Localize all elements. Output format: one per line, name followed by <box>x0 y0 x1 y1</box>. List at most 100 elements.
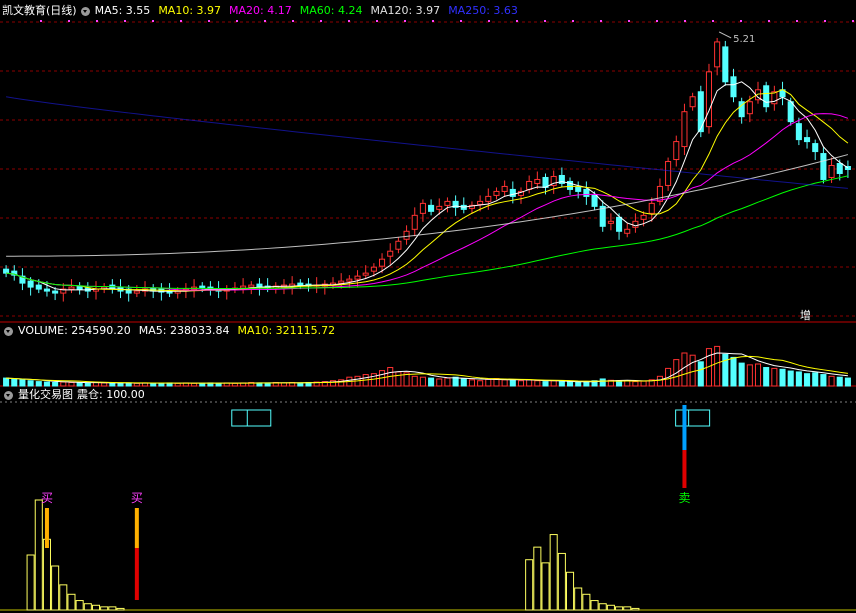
volume-bar[interactable] <box>133 382 140 387</box>
volume-bar[interactable] <box>60 381 67 387</box>
candle-body[interactable] <box>656 185 663 202</box>
candle-body[interactable] <box>248 284 255 288</box>
volume-bar[interactable] <box>101 382 108 387</box>
candle-body[interactable] <box>681 111 688 148</box>
candle-body[interactable] <box>804 137 811 143</box>
candle-body[interactable] <box>787 101 794 123</box>
volume-bar[interactable] <box>477 380 484 387</box>
volume-bar[interactable] <box>297 382 304 387</box>
volume-bar[interactable] <box>640 380 647 387</box>
volume-bar[interactable] <box>844 377 851 387</box>
candle-body[interactable] <box>607 220 614 224</box>
volume-bar[interactable] <box>632 381 639 387</box>
volume-bar[interactable] <box>624 380 631 387</box>
volume-bar[interactable] <box>746 364 753 387</box>
candle-body[interactable] <box>689 96 696 108</box>
volume-bar[interactable] <box>109 382 116 387</box>
candle-body[interactable] <box>812 143 819 153</box>
volume-bar[interactable] <box>468 379 475 387</box>
candle-body[interactable] <box>387 250 394 257</box>
candle-body[interactable] <box>534 178 541 184</box>
candle-body[interactable] <box>3 268 10 274</box>
candle-body[interactable] <box>526 180 533 190</box>
candle-body[interactable] <box>477 200 484 205</box>
volume-bar[interactable] <box>84 382 91 387</box>
candle-body[interactable] <box>730 76 737 98</box>
candle-body[interactable] <box>705 71 713 128</box>
volume-bar[interactable] <box>501 379 508 387</box>
volume-bar[interactable] <box>714 345 721 387</box>
volume-bar[interactable] <box>558 381 565 387</box>
volume-bar[interactable] <box>542 381 549 387</box>
volume-bar[interactable] <box>460 378 467 387</box>
candle-body[interactable] <box>338 280 345 284</box>
candle-body[interactable] <box>428 204 435 212</box>
volume-bar[interactable] <box>804 373 811 387</box>
volume-bar[interactable] <box>174 382 181 387</box>
volume-bar[interactable] <box>787 370 794 387</box>
candle-body[interactable] <box>763 85 770 108</box>
volume-bar[interactable] <box>730 356 737 387</box>
volume-bar[interactable] <box>231 382 238 387</box>
volume-bar[interactable] <box>575 381 582 387</box>
volume-bar[interactable] <box>199 382 206 387</box>
volume-bar[interactable] <box>566 381 574 387</box>
volume-bar[interactable] <box>27 380 34 387</box>
price-panel[interactable] <box>3 31 851 302</box>
candle-body[interactable] <box>436 205 443 210</box>
candle-body[interactable] <box>199 285 206 289</box>
candle-body[interactable] <box>665 161 672 186</box>
volume-bar[interactable] <box>599 378 606 387</box>
volume-bar[interactable] <box>583 381 590 387</box>
volume-bar[interactable] <box>68 381 75 387</box>
volume-bar[interactable] <box>117 382 124 387</box>
volume-bar[interactable] <box>452 376 459 387</box>
candle-body[interactable] <box>133 290 140 294</box>
candle-body[interactable] <box>403 230 410 240</box>
candle-body[interactable] <box>297 282 304 286</box>
volume-bar[interactable] <box>158 382 165 387</box>
candle-body[interactable] <box>836 163 843 174</box>
candle-body[interactable] <box>501 185 508 192</box>
candle-body[interactable] <box>444 200 451 206</box>
volume-bar[interactable] <box>19 379 26 387</box>
candle-body[interactable] <box>493 190 500 196</box>
candle-body[interactable] <box>35 284 42 290</box>
volume-bar[interactable] <box>509 379 516 387</box>
candle-body[interactable] <box>354 275 361 280</box>
candle-body[interactable] <box>395 240 402 250</box>
candle-body[interactable] <box>68 286 75 290</box>
candle-body[interactable] <box>583 188 590 197</box>
candle-body[interactable] <box>575 186 582 192</box>
volume-bar[interactable] <box>681 352 688 387</box>
volume-bar[interactable] <box>35 381 42 387</box>
signal-box[interactable] <box>231 409 272 427</box>
candle-body[interactable] <box>346 278 353 282</box>
candle-body[interactable] <box>828 165 835 178</box>
candle-body[interactable] <box>648 202 655 214</box>
volume-bar[interactable] <box>754 363 762 387</box>
candle-body[interactable] <box>411 214 418 230</box>
candle-body[interactable] <box>714 41 721 68</box>
volume-bar[interactable] <box>697 361 704 387</box>
candle-body[interactable] <box>599 205 606 227</box>
candle-body[interactable] <box>485 195 492 202</box>
volume-bar[interactable] <box>526 379 533 387</box>
candle-body[interactable] <box>722 46 729 83</box>
dropdown-icon[interactable] <box>4 326 13 336</box>
candle-body[interactable] <box>52 290 59 294</box>
candle-body[interactable] <box>591 194 598 207</box>
candle-body[interactable] <box>624 228 631 234</box>
volume-bar[interactable] <box>517 380 525 387</box>
volume-panel[interactable] <box>3 345 851 387</box>
volume-bar[interactable] <box>656 375 663 387</box>
volume-bar[interactable] <box>485 378 492 387</box>
candle-body[interactable] <box>820 153 827 180</box>
volume-bar[interactable] <box>411 375 418 387</box>
signal-box[interactable] <box>675 409 711 427</box>
volume-bar[interactable] <box>52 381 59 387</box>
volume-bar[interactable] <box>812 372 819 387</box>
candle-body[interactable] <box>640 214 647 220</box>
candle-body[interactable] <box>43 288 50 292</box>
volume-bar[interactable] <box>836 376 843 387</box>
